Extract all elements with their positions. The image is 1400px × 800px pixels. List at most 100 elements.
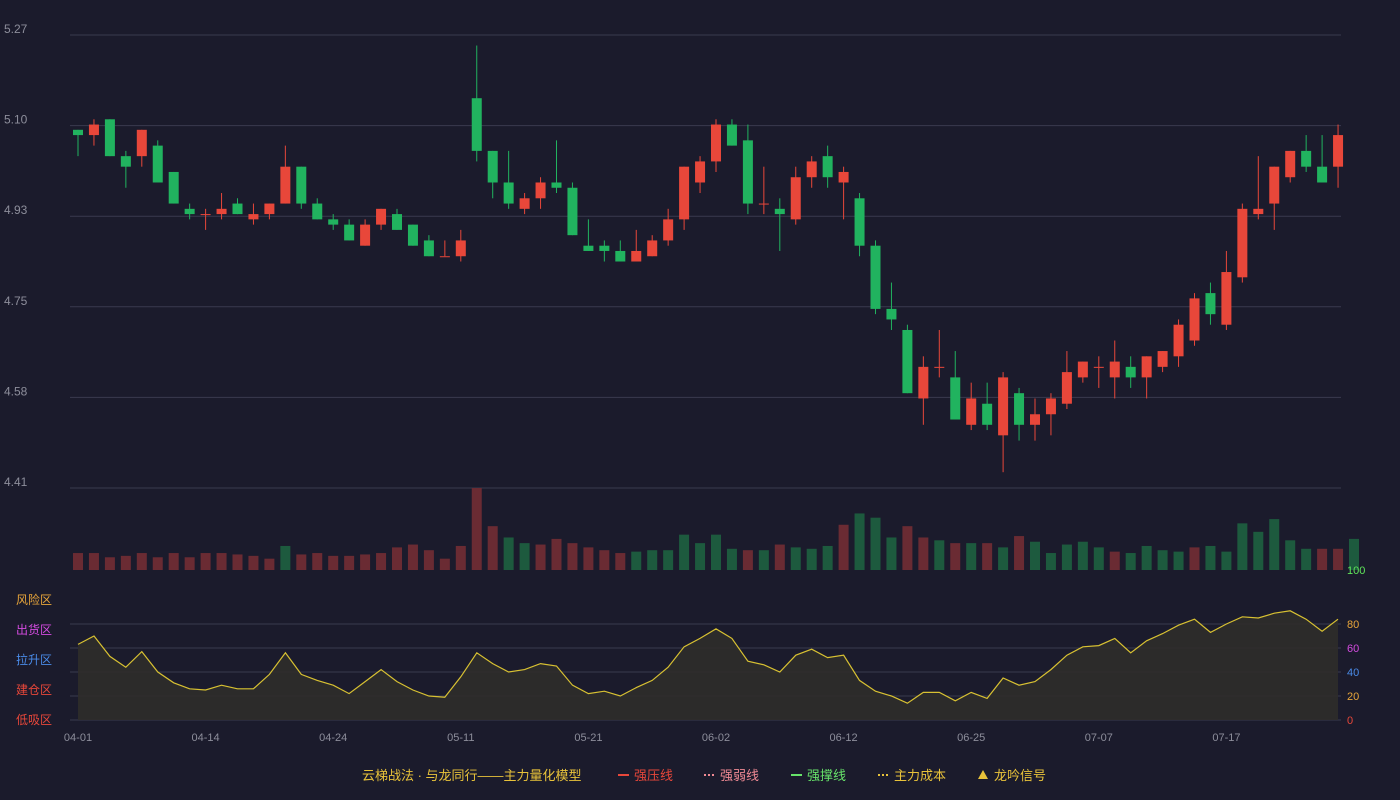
volume-bar <box>982 543 993 570</box>
volume-bar <box>615 553 626 570</box>
date-tick-label: 04-24 <box>319 732 347 744</box>
candle-body <box>1061 372 1072 404</box>
candle <box>758 166 769 215</box>
volume-bar <box>711 534 721 570</box>
candle <box>439 240 450 258</box>
candle <box>1061 351 1072 409</box>
volume-bar <box>1141 545 1152 570</box>
candle <box>711 119 721 172</box>
candle-body <box>1125 366 1136 378</box>
candle <box>280 145 291 204</box>
indicator-tick-label: 0 <box>1347 715 1353 727</box>
candle <box>264 203 275 220</box>
volume-bar <box>679 534 690 570</box>
candle <box>1205 282 1216 325</box>
candle-body <box>1109 361 1120 378</box>
volume-bar <box>360 554 371 570</box>
candle-body <box>822 156 833 178</box>
candle <box>232 198 243 215</box>
candle-body <box>742 140 753 204</box>
volume-bar <box>1061 544 1072 570</box>
candle <box>1157 351 1168 373</box>
candle <box>982 382 993 431</box>
candle-body <box>136 129 147 157</box>
volume-bar <box>631 551 642 570</box>
candle <box>487 150 498 199</box>
candle-body <box>216 208 227 215</box>
volume-bar <box>551 538 562 570</box>
candle-body <box>695 161 706 183</box>
volume-bar <box>535 544 546 570</box>
volume-bar <box>1253 531 1264 570</box>
candle-body <box>902 329 913 394</box>
volume-bar <box>950 543 961 570</box>
candle <box>1189 293 1200 346</box>
candle-body <box>647 240 658 257</box>
candle <box>599 240 610 262</box>
volume-bar <box>774 544 785 570</box>
volume-bar <box>73 553 83 570</box>
candle-body <box>679 166 690 220</box>
price-grid <box>70 34 1341 489</box>
candle-body <box>455 240 466 257</box>
candle <box>695 156 706 194</box>
candle <box>806 156 817 188</box>
candle <box>902 324 913 394</box>
candle <box>567 182 578 236</box>
candle <box>360 219 371 246</box>
candle-body <box>1205 293 1216 315</box>
candle-body <box>806 161 817 178</box>
volume-bar <box>790 547 801 570</box>
volume-bar <box>583 547 594 570</box>
candle <box>679 166 690 230</box>
candle <box>423 235 434 257</box>
volume-bar <box>248 555 259 570</box>
candle-body <box>774 208 785 215</box>
candle-body <box>615 250 626 262</box>
volume-bar <box>599 550 610 570</box>
candle-body <box>1333 135 1344 167</box>
volume-bar <box>392 547 402 570</box>
candle <box>647 235 658 257</box>
candle-body <box>376 208 387 225</box>
volume-bar <box>822 545 833 570</box>
candle <box>1077 361 1088 383</box>
price-tick-label: 4.41 <box>4 475 28 489</box>
candle <box>535 177 546 209</box>
candle-body <box>519 198 530 209</box>
volume-bar <box>918 537 929 570</box>
candle <box>1125 356 1136 388</box>
volume-bar <box>742 550 753 570</box>
candle-body <box>966 398 977 425</box>
volume-bar <box>758 550 769 570</box>
legend-label: 龙吟信号 <box>994 768 1046 783</box>
candle-body <box>726 124 737 146</box>
volume-bar <box>216 553 227 570</box>
candle-body <box>711 124 721 162</box>
volume-bar <box>487 526 498 570</box>
candle <box>248 203 259 225</box>
candle <box>1173 319 1184 367</box>
date-tick-label: 04-14 <box>192 732 220 744</box>
legend-item: 主力成本 <box>878 768 946 783</box>
candle-body <box>998 377 1009 436</box>
candle <box>1030 398 1040 441</box>
candle <box>790 166 801 225</box>
candle-body <box>232 203 243 215</box>
candle-body <box>503 182 514 204</box>
candle <box>1333 124 1344 188</box>
volume-bar <box>1269 519 1280 570</box>
candle <box>152 140 163 183</box>
candle <box>120 150 131 188</box>
legend-title: 云梯战法 · 与龙同行——主力量化模型 <box>362 768 582 783</box>
volume-bar <box>902 526 913 570</box>
volume-series <box>73 488 1359 570</box>
volume-bar <box>1189 547 1200 570</box>
candle-body <box>1141 356 1152 378</box>
candle-body <box>248 214 259 220</box>
candle-body <box>296 166 307 204</box>
volume-bar <box>1157 550 1168 570</box>
volume-bar <box>312 553 323 570</box>
candle-body <box>168 171 179 204</box>
volume-bar <box>136 553 147 570</box>
